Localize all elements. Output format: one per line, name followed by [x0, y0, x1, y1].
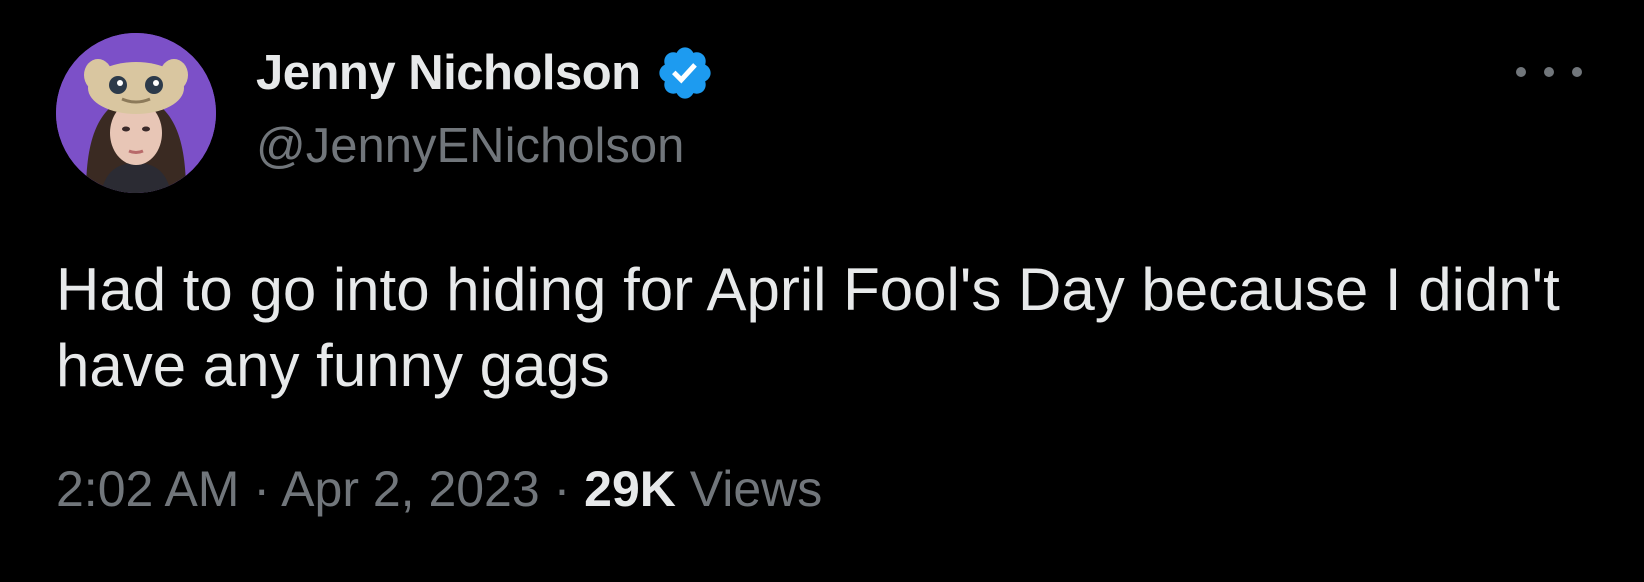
author-display-name[interactable]: Jenny Nicholson — [256, 45, 641, 101]
author-handle[interactable]: @JennyENicholson — [256, 118, 684, 174]
author-name-row: Jenny Nicholson — [256, 38, 715, 108]
tweet-time[interactable]: 2:02 AM — [56, 461, 239, 517]
tweet-meta: 2:02 AM · Apr 2, 2023 · 29K Views — [56, 460, 822, 518]
more-dot — [1516, 67, 1526, 77]
views-count[interactable]: 29K — [584, 461, 690, 517]
avatar[interactable] — [56, 33, 216, 193]
more-dot — [1544, 67, 1554, 77]
more-horizontal-icon[interactable] — [1516, 52, 1582, 92]
views-label: Views — [689, 461, 823, 517]
avatar-image — [56, 33, 216, 193]
tweet-date[interactable]: Apr 2, 2023 — [281, 461, 540, 517]
meta-separator: · — [253, 461, 282, 517]
more-dot — [1572, 67, 1582, 77]
meta-separator: · — [553, 461, 585, 517]
verified-badge-icon[interactable] — [655, 43, 715, 103]
tweet-card: Jenny Nicholson @JennyENicholson Had to … — [0, 0, 1644, 582]
tweet-text: Had to go into hiding for April Fool's D… — [56, 256, 1560, 399]
